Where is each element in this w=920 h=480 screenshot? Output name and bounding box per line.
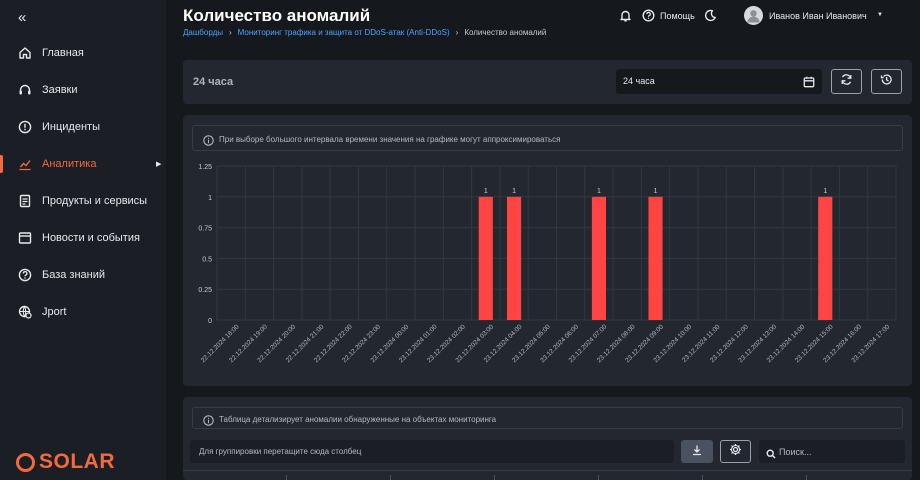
settings-globe-icon — [17, 304, 33, 320]
column-divider[interactable] — [702, 475, 703, 480]
home-icon — [17, 45, 33, 61]
help-icon[interactable] — [642, 9, 655, 22]
data-label: 1 — [823, 188, 827, 195]
sidebar: « Главная Заявки Инциденты Аналитика ▶ П… — [0, 0, 166, 480]
logo-text: SOLAR — [39, 450, 115, 473]
chart-panel: При выборе большого интервала времени зн… — [183, 115, 912, 386]
sidebar-item-label: Инциденты — [42, 121, 100, 133]
breadcrumb-dashboards[interactable]: Дашборды — [183, 28, 223, 37]
period-title: 24 часа — [193, 76, 234, 88]
y-tick-label: 0 — [208, 318, 212, 325]
data-label: 1 — [654, 188, 658, 195]
y-tick-label: 1.25 — [198, 164, 212, 171]
user-name[interactable]: Иванов Иван Иванович — [769, 11, 867, 21]
breadcrumb: Дашборды › Мониторинг трафика и защита о… — [183, 28, 546, 37]
sidebar-item-incidents[interactable]: Инциденты — [0, 112, 166, 142]
analytics-icon — [17, 156, 33, 172]
y-tick-label: 0.5 — [202, 256, 212, 263]
refresh-icon — [840, 73, 853, 91]
table-panel: Таблица детализирует аномалии обнаруженн… — [183, 397, 912, 480]
breadcrumb-current: Количество аномалий — [464, 28, 547, 37]
download-icon — [691, 443, 703, 461]
sidebar-item-analytics[interactable]: Аналитика ▶ — [0, 149, 166, 179]
news-icon — [17, 230, 33, 246]
sidebar-item-label: Jport — [42, 306, 67, 318]
alert-circle-icon — [17, 119, 33, 135]
sidebar-item-knowledge-base[interactable]: База знаний — [0, 260, 166, 290]
bell-icon[interactable] — [619, 9, 632, 22]
moon-icon[interactable] — [704, 9, 717, 22]
sidebar-item-label: База знаний — [42, 269, 106, 281]
document-icon — [17, 193, 33, 209]
chevron-right-icon: › — [229, 28, 232, 37]
chart-bar[interactable] — [506, 196, 522, 320]
download-button[interactable] — [681, 440, 713, 463]
group-by-placeholder: Для группировки перетащите сюда столбец — [199, 447, 362, 456]
gear-icon — [729, 443, 742, 461]
data-label: 1 — [484, 188, 488, 195]
history-icon — [880, 73, 893, 91]
y-tick-label: 1 — [208, 195, 212, 202]
group-by-dropzone[interactable]: Для группировки перетащите сюда столбец — [190, 440, 674, 463]
chart-bar[interactable] — [818, 196, 833, 320]
chart-bar[interactable] — [478, 196, 493, 320]
data-label: 1 — [597, 188, 601, 195]
chart-bar[interactable] — [648, 196, 663, 320]
search-field[interactable] — [759, 440, 905, 463]
column-divider[interactable] — [390, 475, 391, 480]
y-tick-label: 0.25 — [198, 287, 212, 294]
caret-down-icon[interactable]: ▼ — [877, 12, 883, 18]
column-divider[interactable] — [494, 475, 495, 480]
sidebar-item-label: Продукты и сервисы — [42, 195, 148, 207]
refresh-button[interactable] — [831, 69, 862, 94]
sidebar-item-products[interactable]: Продукты и сервисы — [0, 186, 166, 216]
table-info-text: Таблица детализирует аномалии обнаруженн… — [219, 415, 497, 424]
chart-bar[interactable] — [591, 196, 607, 320]
logo-ring-icon — [16, 452, 35, 472]
sidebar-item-home[interactable]: Главная — [0, 38, 166, 68]
column-settings-button[interactable] — [720, 440, 751, 463]
table-info-banner: Таблица детализирует аномалии обнаруженн… — [192, 407, 903, 429]
search-icon — [766, 446, 776, 464]
history-button[interactable] — [871, 69, 902, 94]
sidebar-item-label: Аналитика — [42, 158, 97, 170]
period-select-value: 24 часа — [623, 76, 655, 86]
page-title: Количество аномалий — [183, 6, 371, 25]
search-input[interactable] — [779, 444, 899, 459]
breadcrumb-ddos-monitoring[interactable]: Мониторинг трафика и защита от DDoS-атак… — [238, 28, 450, 37]
column-divider[interactable] — [806, 475, 807, 480]
sidebar-item-jport[interactable]: Jport — [0, 297, 166, 327]
period-panel: 24 часа 24 часа — [183, 60, 912, 104]
collapse-sidebar-button[interactable]: « — [18, 9, 26, 26]
column-divider[interactable] — [286, 475, 287, 480]
avatar[interactable] — [744, 6, 763, 25]
chevron-right-icon: ▶ — [156, 161, 162, 168]
y-tick-label: 0.75 — [198, 226, 212, 233]
headset-icon — [17, 82, 33, 98]
column-divider[interactable] — [598, 475, 599, 480]
sidebar-item-label: Заявки — [42, 84, 78, 96]
sidebar-item-label: Новости и события — [42, 232, 140, 244]
sidebar-item-requests[interactable]: Заявки — [0, 75, 166, 105]
table-header-row — [183, 470, 912, 480]
help-label[interactable]: Помощь — [660, 11, 695, 21]
info-icon — [203, 413, 214, 431]
sidebar-item-label: Главная — [42, 47, 84, 59]
data-label: 1 — [512, 188, 516, 195]
period-select[interactable]: 24 часа — [616, 69, 822, 94]
anomaly-bar-chart: 00.250.50.7511.2522.12.2024 18:0022.12.2… — [198, 164, 897, 364]
solar-logo: SOLAR — [16, 450, 115, 474]
chevron-right-icon: › — [455, 28, 459, 37]
question-icon — [17, 267, 33, 283]
sidebar-item-news[interactable]: Новости и события — [0, 223, 166, 253]
calendar-icon[interactable] — [803, 75, 815, 93]
